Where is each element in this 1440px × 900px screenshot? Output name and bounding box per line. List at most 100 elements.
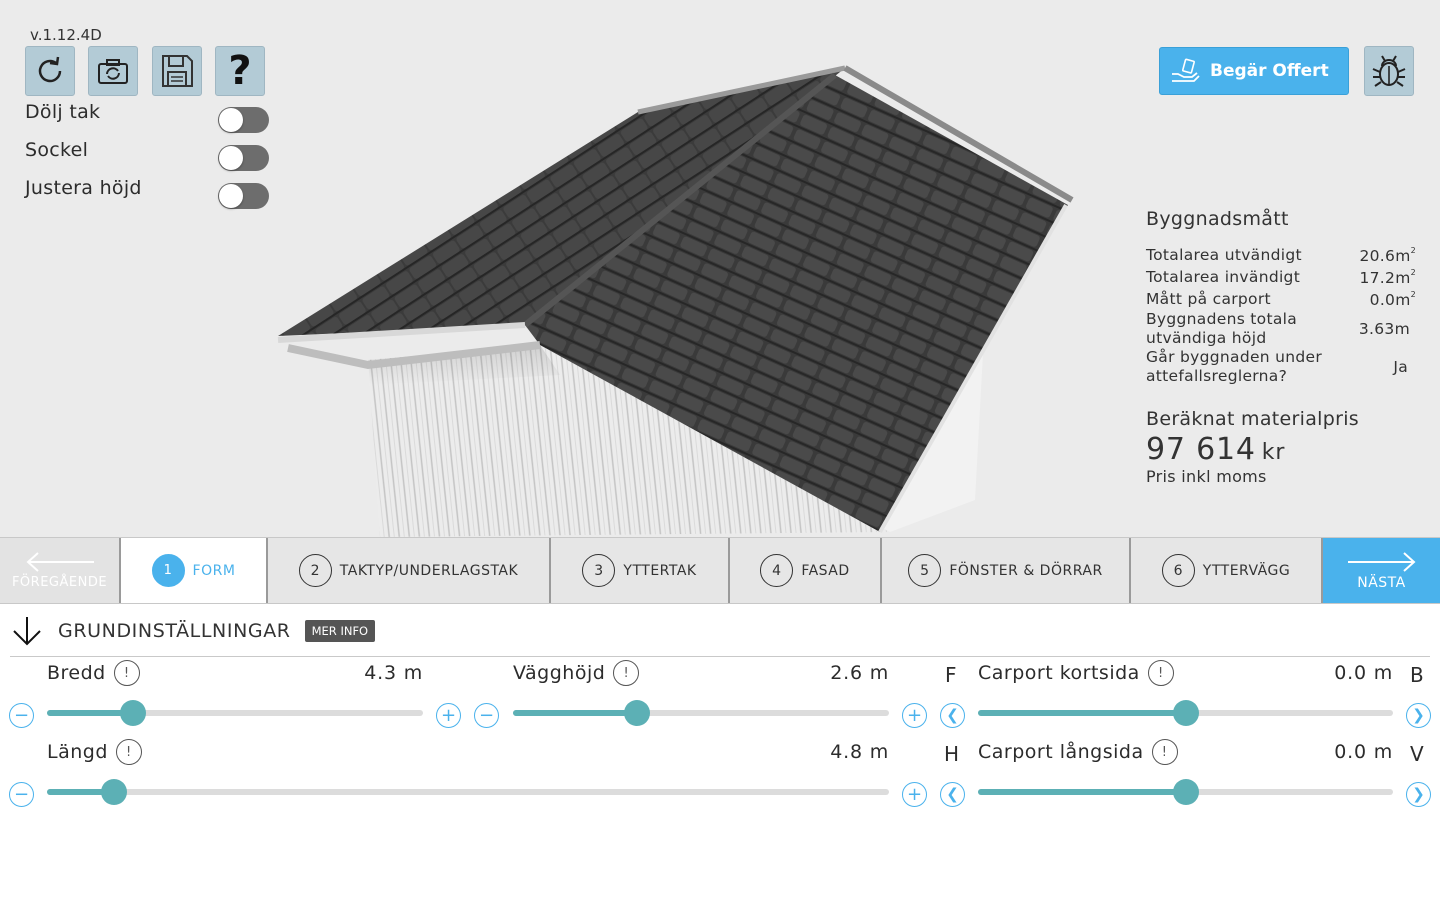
snapshot-button[interactable] <box>88 46 138 96</box>
info-icon[interactable]: ! <box>1151 739 1178 765</box>
question-mark-icon: ? <box>228 48 252 94</box>
reset-button[interactable] <box>25 46 75 96</box>
dimensions-title: Byggnadsmått <box>1146 208 1289 230</box>
info-icon[interactable]: ! <box>113 660 140 686</box>
building-dimensions-panel: Byggnadsmått Totalarea utvändigt 20.6m2 … <box>1146 208 1416 486</box>
length-value: 4.8 m <box>830 741 889 763</box>
arrow-down-icon[interactable] <box>10 614 44 648</box>
carport-short-side-left-button[interactable]: ❮ <box>940 703 965 728</box>
width-increase-button[interactable]: + <box>436 703 461 728</box>
slider-thumb[interactable] <box>1173 700 1199 726</box>
dim-label: Totalarea invändigt <box>1146 267 1301 286</box>
width-label-group: Bredd ! <box>47 660 140 686</box>
dim-row-total-area-inside: Totalarea invändigt 17.2m2 <box>1146 266 1416 288</box>
wall-height-increase-button[interactable]: + <box>902 703 927 728</box>
step-number: 2 <box>298 554 332 587</box>
step-outer-wall[interactable]: 6 YTTERVÄGG <box>1129 538 1321 603</box>
dim-value: Ja <box>1393 358 1408 376</box>
arrow-right-icon <box>1347 551 1415 572</box>
wall-height-decrease-button[interactable]: − <box>474 703 499 728</box>
step-label: YTTERVÄGG <box>1202 562 1291 579</box>
price-value: 97 614 kr <box>1146 432 1286 467</box>
plinth-label: Sockel <box>25 139 89 161</box>
adjust-height-toggle[interactable] <box>218 183 269 209</box>
carport-long-side-label: Carport långsida <box>978 741 1144 763</box>
next-step-button[interactable]: NÄSTA <box>1321 538 1440 603</box>
width-slider[interactable] <box>47 700 423 726</box>
step-form[interactable]: 1 FORM <box>119 538 266 603</box>
step-label: FASAD <box>801 562 850 579</box>
settings-header: GRUNDINSTÄLLNINGAR MER INFO <box>10 614 376 648</box>
length-slider[interactable] <box>47 779 889 805</box>
slider-thumb[interactable] <box>624 700 650 726</box>
slider-thumb[interactable] <box>101 779 127 805</box>
help-button[interactable]: ? <box>215 46 265 96</box>
minus-icon: − <box>13 704 30 726</box>
toggle-row-adjust-height: Justera höjd <box>25 177 270 209</box>
step-outer-roof[interactable]: 3 YTTERTAK <box>549 538 728 603</box>
step-label: TAKTYP/UNDERLAGSTAK <box>339 562 519 579</box>
slider-thumb[interactable] <box>120 700 146 726</box>
info-icon[interactable]: ! <box>613 660 640 686</box>
carport-short-side-right-button[interactable]: ❯ <box>1406 703 1431 728</box>
step-label: FORM <box>192 562 236 579</box>
hide-roof-label: Dölj tak <box>25 101 101 123</box>
step-number: 3 <box>582 554 616 587</box>
slider-thumb[interactable] <box>1173 779 1199 805</box>
step-label: YTTERTAK <box>623 562 697 579</box>
plinth-toggle[interactable] <box>218 145 269 171</box>
carport-long-side-label-group: Carport långsida ! <box>978 739 1178 765</box>
dim-label: Går byggnaden under attefallsreglerna? <box>1146 348 1323 385</box>
step-number: 5 <box>908 554 942 587</box>
wall-height-label: Vägghöjd <box>513 662 606 684</box>
step-number: 4 <box>760 554 794 587</box>
bug-icon <box>1372 55 1406 87</box>
plus-icon: + <box>906 783 923 805</box>
carport-long-side-right-button[interactable]: ❯ <box>1406 782 1431 807</box>
debug-button[interactable] <box>1364 46 1414 96</box>
previous-step-label: FÖREGÅENDE <box>11 575 108 590</box>
save-button[interactable] <box>152 46 202 96</box>
previous-step-button[interactable]: FÖREGÅENDE <box>0 538 119 603</box>
3d-viewport[interactable]: v.1.12.4D ? Dölj tak Sockel Justera höjd… <box>0 0 1440 537</box>
price-note: Pris inkl moms <box>1146 467 1267 486</box>
carport-long-side-slider[interactable] <box>978 779 1393 805</box>
request-quote-button[interactable]: Begär Offert <box>1159 47 1349 95</box>
dim-row-total-area-outside: Totalarea utvändigt 20.6m2 <box>1146 244 1416 266</box>
more-info-button[interactable]: MER INFO <box>304 620 376 642</box>
camera-rotate-icon <box>98 59 128 84</box>
dim-row-attefall: Går byggnaden under attefallsreglerna? J… <box>1146 348 1416 386</box>
info-icon[interactable]: ! <box>115 739 142 765</box>
slider-fill <box>513 710 637 716</box>
dim-row-total-height: Byggnadens totala utvändiga höjd 3.63m <box>1146 310 1416 348</box>
plus-icon: + <box>440 704 457 726</box>
wall-height-slider[interactable] <box>513 700 889 726</box>
width-decrease-button[interactable]: − <box>9 703 34 728</box>
toggle-knob <box>219 184 243 208</box>
hide-roof-toggle[interactable] <box>218 107 269 133</box>
arrow-left-icon <box>26 552 94 572</box>
step-roof-type[interactable]: 2 TAKTYP/UNDERLAGSTAK <box>266 538 549 603</box>
info-icon[interactable]: ! <box>1147 660 1174 686</box>
length-label-group: Längd ! <box>47 739 142 765</box>
toggle-row-hide-roof: Dölj tak <box>25 101 270 133</box>
length-decrease-button[interactable]: − <box>9 782 34 807</box>
left-side-letter: H <box>944 742 960 766</box>
dim-label: Byggnadens totala utvändiga höjd <box>1146 310 1298 347</box>
step-number: 1 <box>151 554 185 587</box>
plus-icon: + <box>906 704 923 726</box>
floppy-disk-icon <box>162 55 193 87</box>
toggle-row-plinth: Sockel <box>25 139 270 171</box>
step-facade[interactable]: 4 FASAD <box>728 538 880 603</box>
step-windows-doors[interactable]: 5 FÖNSTER & DÖRRAR <box>880 538 1129 603</box>
carport-short-side-slider[interactable] <box>978 700 1393 726</box>
carport-short-side-value: 0.0 m <box>1334 662 1393 684</box>
length-label: Längd <box>47 741 108 763</box>
dim-row-carport-area: Mått på carport 0.0m2 <box>1146 288 1416 310</box>
hand-card-icon <box>1172 58 1200 82</box>
length-increase-button[interactable]: + <box>902 782 927 807</box>
dim-label: Totalarea utvändigt <box>1146 245 1302 264</box>
carport-long-side-left-button[interactable]: ❮ <box>940 782 965 807</box>
request-quote-label: Begär Offert <box>1210 61 1329 81</box>
app-version: v.1.12.4D <box>30 26 102 44</box>
